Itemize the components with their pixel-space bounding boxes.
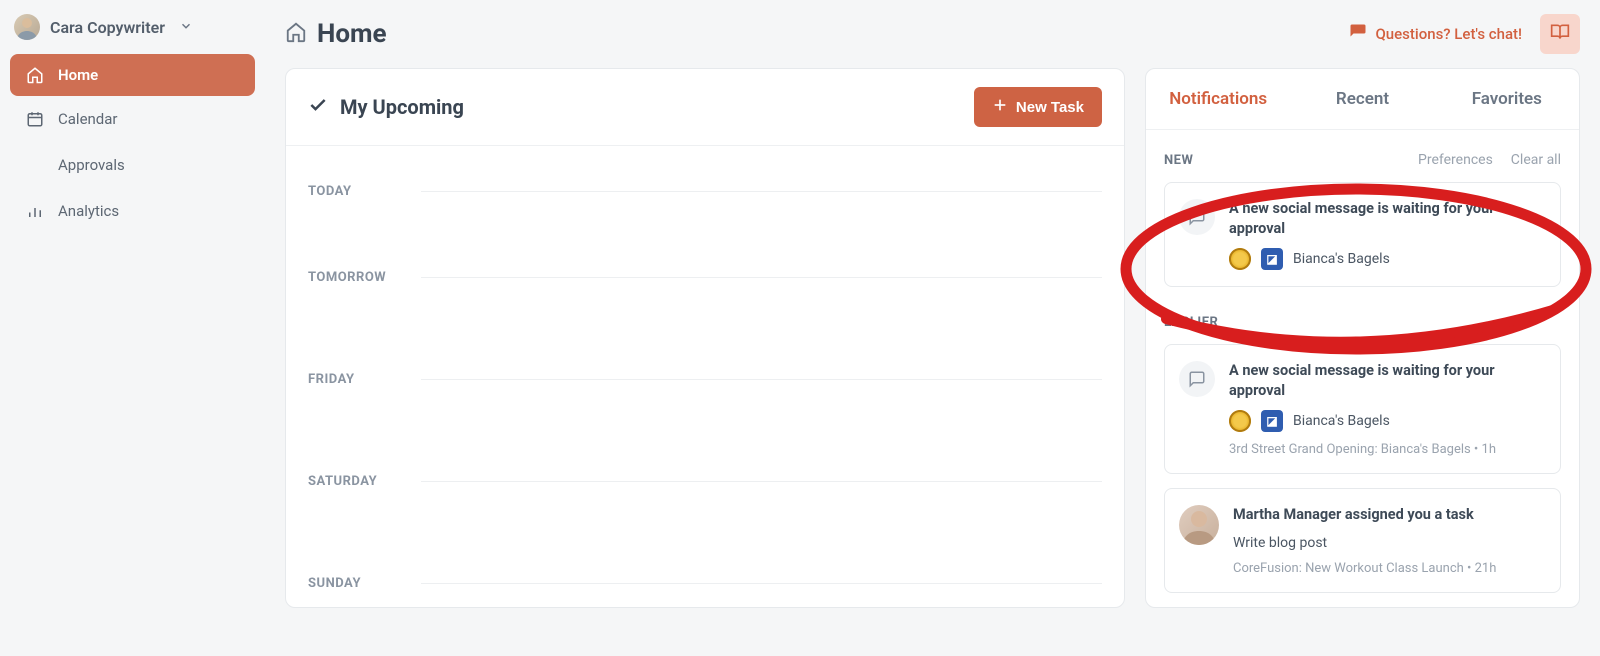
topbar: Home Questions? Let's chat! (285, 10, 1580, 68)
notification-subtext: Write blog post (1233, 535, 1544, 551)
brand-row: ◪ Bianca's Bagels (1229, 410, 1544, 432)
day-row: TOMORROW (308, 226, 1102, 328)
notification-meta: 3rd Street Grand Opening: Bianca's Bagel… (1229, 442, 1544, 457)
topbar-right: Questions? Let's chat! (1349, 14, 1580, 54)
plus-icon (992, 97, 1008, 117)
chat-link-label: Questions? Let's chat! (1375, 25, 1522, 43)
divider (421, 481, 1102, 482)
day-label: TODAY (308, 184, 403, 199)
tab-favorites[interactable]: Favorites (1435, 69, 1579, 129)
home-icon (285, 21, 307, 47)
day-row: FRIDAY (308, 328, 1102, 430)
message-icon (1179, 361, 1215, 397)
new-task-button[interactable]: New Task (974, 87, 1102, 127)
book-icon (1550, 22, 1570, 46)
day-label: FRIDAY (308, 372, 403, 387)
sidebar: Cara Copywriter Home Calendar Approvals (0, 0, 265, 608)
page-title-wrap: Home (285, 19, 387, 49)
divider (421, 277, 1102, 278)
day-row: TODAY (308, 156, 1102, 226)
upcoming-header: My Upcoming New Task (286, 69, 1124, 146)
divider (421, 583, 1102, 584)
user-switcher[interactable]: Cara Copywriter (10, 10, 255, 54)
brand-badge-icon (1229, 248, 1251, 270)
day-row: SUNDAY (308, 532, 1102, 634)
notification-title: A new social message is waiting for your… (1229, 199, 1544, 238)
avatar (1179, 505, 1219, 545)
avatar (14, 14, 40, 40)
divider (421, 379, 1102, 380)
section-earlier-header: EARLIER (1164, 315, 1561, 330)
new-task-label: New Task (1016, 99, 1084, 116)
chat-icon (1349, 23, 1367, 45)
notification-card[interactable]: A new social message is waiting for your… (1164, 344, 1561, 474)
notification-card[interactable]: Martha Manager assigned you a task Write… (1164, 488, 1561, 593)
sidebar-item-label: Calendar (58, 110, 118, 128)
tab-recent[interactable]: Recent (1290, 69, 1434, 129)
sidebar-item-approvals[interactable]: Approvals (10, 142, 255, 188)
clear-all-link[interactable]: Clear all (1511, 152, 1561, 168)
section-new-header: NEW Preferences Clear all (1164, 152, 1561, 168)
analytics-icon (26, 202, 44, 220)
upcoming-title-wrap: My Upcoming (308, 95, 464, 120)
brand-badge-icon (1229, 410, 1251, 432)
notifications-panel: Notifications Recent Favorites NEW Prefe… (1145, 68, 1580, 608)
chat-link[interactable]: Questions? Let's chat! (1349, 23, 1522, 45)
page-title: Home (317, 19, 387, 49)
check-icon (308, 95, 328, 120)
sidebar-item-label: Home (58, 66, 98, 84)
upcoming-panel: My Upcoming New Task TODAY TOMORROW FRID… (285, 68, 1125, 608)
chevron-down-icon (179, 18, 193, 37)
section-label: EARLIER (1164, 315, 1218, 330)
day-label: SUNDAY (308, 576, 403, 591)
main: Home Questions? Let's chat! (265, 0, 1600, 608)
sidebar-item-home[interactable]: Home (10, 54, 255, 96)
notification-title: A new social message is waiting for your… (1229, 361, 1544, 400)
brand-name: Bianca's Bagels (1293, 251, 1390, 267)
notifications-body: NEW Preferences Clear all A new social m… (1146, 130, 1579, 607)
nav: Home Calendar Approvals Analytics (10, 54, 255, 232)
divider (421, 191, 1102, 192)
day-label: SATURDAY (308, 474, 403, 489)
notifications-tabs: Notifications Recent Favorites (1146, 69, 1579, 130)
days-list: TODAY TOMORROW FRIDAY SATURDAY SUNDAY (286, 146, 1124, 656)
brand-row: ◪ Bianca's Bagels (1229, 248, 1544, 270)
notification-card[interactable]: A new social message is waiting for your… (1164, 182, 1561, 287)
calendar-icon (26, 110, 44, 128)
message-icon (1179, 199, 1215, 235)
platform-badge-icon: ◪ (1261, 410, 1283, 432)
upcoming-title: My Upcoming (340, 95, 464, 119)
sidebar-item-calendar[interactable]: Calendar (10, 98, 255, 140)
notification-title: Martha Manager assigned you a task (1233, 505, 1544, 525)
day-label: TOMORROW (308, 270, 403, 285)
section-label: NEW (1164, 153, 1193, 168)
tab-notifications[interactable]: Notifications (1146, 69, 1290, 129)
preferences-link[interactable]: Preferences (1418, 152, 1493, 168)
guide-button[interactable] (1540, 14, 1580, 54)
day-row: SATURDAY (308, 430, 1102, 532)
home-icon (26, 66, 44, 84)
user-name: Cara Copywriter (50, 18, 165, 37)
content-row: My Upcoming New Task TODAY TOMORROW FRID… (285, 68, 1580, 608)
sidebar-item-analytics[interactable]: Analytics (10, 190, 255, 232)
notification-meta: CoreFusion: New Workout Class Launch • 2… (1233, 561, 1544, 576)
platform-badge-icon: ◪ (1261, 248, 1283, 270)
sidebar-item-label: Analytics (58, 202, 119, 220)
brand-name: Bianca's Bagels (1293, 413, 1390, 429)
sidebar-item-label: Approvals (58, 156, 125, 174)
